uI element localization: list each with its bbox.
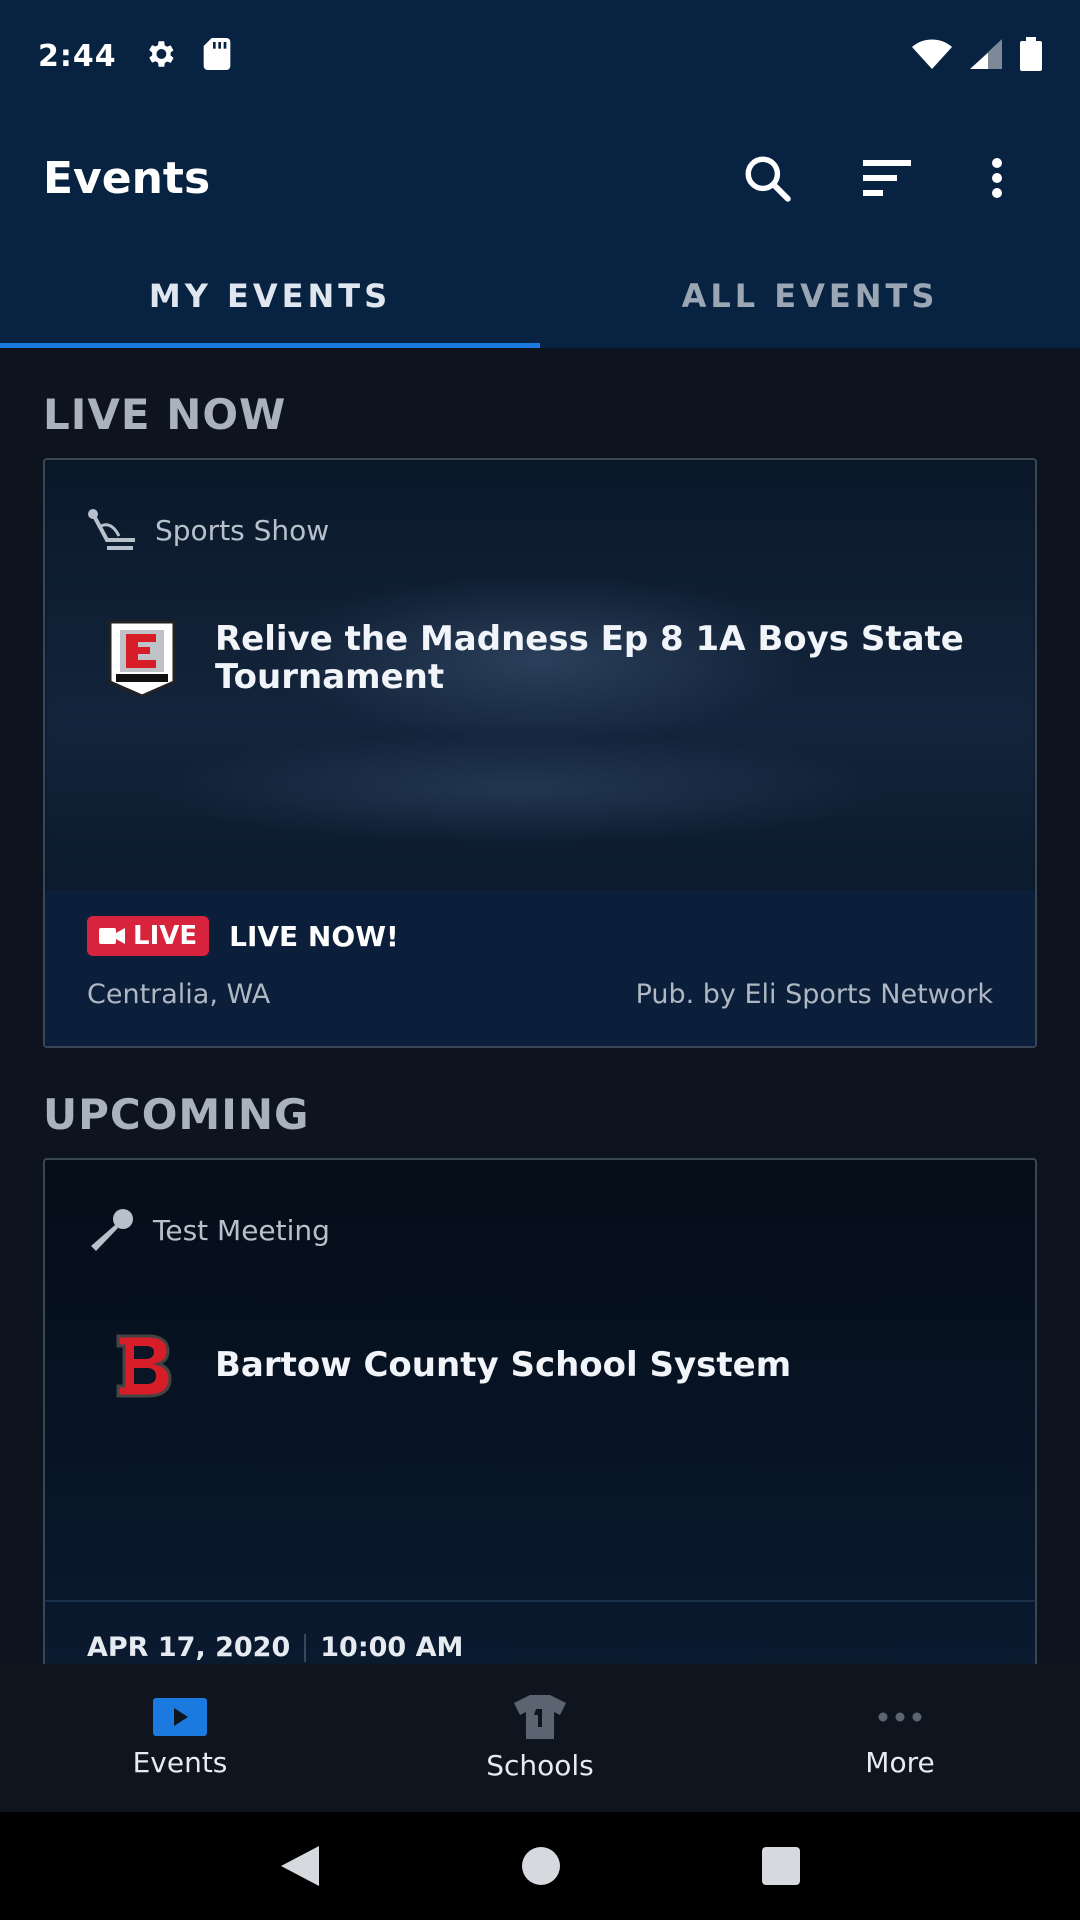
jersey-icon: [514, 1694, 566, 1739]
status-time: 2:44: [38, 38, 117, 74]
event-date: APR 17, 2020: [87, 1632, 291, 1663]
eli-sports-network-logo: [103, 620, 181, 698]
nav-label-events: Events: [132, 1745, 228, 1779]
bottom-navigation: Events Schools More: [0, 1664, 1080, 1812]
back-icon[interactable]: [279, 1844, 321, 1888]
microphone-icon: [91, 1209, 133, 1251]
live-badge-label: LIVE: [133, 921, 198, 951]
video-camera-icon: [99, 928, 125, 944]
event-category-label: Sports Show: [155, 513, 330, 547]
cell-signal-icon: [970, 39, 1002, 73]
bartow-county-logo: [103, 1326, 181, 1404]
search-button[interactable]: [727, 138, 807, 218]
tab-bar: MY EVENTS ALL EVENTS: [0, 244, 1080, 348]
home-icon[interactable]: [521, 1846, 561, 1886]
broadcast-show-icon: [88, 509, 135, 550]
events-list[interactable]: LIVE NOW Sports Show Relive the Madness …: [0, 348, 1080, 1664]
event-meta: Centralia, WA Pub. by Eli Sports Network: [87, 979, 993, 1010]
sort-icon: [863, 160, 911, 196]
event-category: Sports Show: [87, 508, 329, 552]
status-bar: 2:44: [0, 0, 1080, 112]
event-publisher: Pub. by Eli Sports Network: [635, 979, 993, 1010]
settings-icon: [143, 37, 177, 75]
sort-button[interactable]: [847, 138, 927, 218]
nav-label-more: More: [865, 1745, 935, 1779]
event-category-label: Test Meeting: [153, 1213, 330, 1247]
wifi-icon: [912, 39, 952, 73]
event-time: 10:00 AM: [320, 1632, 464, 1663]
sd-card-icon: [203, 38, 231, 74]
search-icon: [745, 156, 791, 202]
event-title: Bartow County School System: [215, 1345, 792, 1385]
nav-label-schools: Schools: [486, 1748, 594, 1782]
event-location: Centralia, WA: [87, 979, 271, 1010]
live-status-row: LIVE LIVE NOW!: [87, 916, 399, 956]
live-badge: LIVE: [87, 916, 210, 956]
section-title-live-now: LIVE NOW: [43, 390, 287, 439]
nav-item-more[interactable]: More: [720, 1664, 1080, 1812]
nav-item-schools[interactable]: Schools: [360, 1664, 720, 1812]
event-category: Test Meeting: [87, 1208, 330, 1252]
app-bar: Events: [0, 112, 1080, 244]
event-title: Relive the Madness Ep 8 1A Boys State To…: [215, 619, 964, 697]
event-datetime: APR 17, 2020 10:00 AM: [87, 1632, 463, 1663]
live-event-card[interactable]: Sports Show Relive the Madness Ep 8 1A B…: [43, 458, 1037, 1048]
more-vertical-icon: [992, 158, 1002, 198]
live-status-text: LIVE NOW!: [229, 919, 399, 953]
play-icon: [153, 1697, 207, 1736]
upcoming-event-card[interactable]: Test Meeting Bartow County School System…: [43, 1158, 1037, 1664]
nav-item-events[interactable]: Events: [0, 1664, 360, 1812]
tab-all-events[interactable]: ALL EVENTS: [540, 244, 1080, 348]
system-navigation-bar: [0, 1812, 1080, 1920]
page-title: Events: [43, 152, 211, 204]
card-divider: [45, 1600, 1035, 1602]
section-title-upcoming: UPCOMING: [43, 1090, 310, 1139]
tab-my-events[interactable]: MY EVENTS: [0, 244, 540, 348]
recents-icon[interactable]: [761, 1846, 801, 1886]
more-horizontal-icon: [878, 1712, 922, 1721]
overflow-menu-button[interactable]: [957, 138, 1037, 218]
datetime-separator: [304, 1633, 307, 1662]
battery-icon: [1020, 37, 1042, 75]
